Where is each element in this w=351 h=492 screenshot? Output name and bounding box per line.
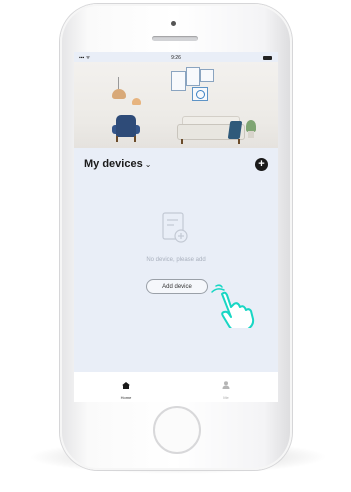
add-device-button[interactable]: Add device	[146, 279, 208, 294]
person-icon	[222, 381, 230, 389]
app-screen: ▪▪▪ ᯤ 9:26 My devices ⌄ + No device, ple…	[74, 52, 278, 402]
home-icon	[122, 382, 130, 389]
tab-home-label: Home	[120, 395, 132, 400]
wall-frame	[192, 87, 208, 101]
earpiece-speaker	[152, 36, 198, 41]
tab-home[interactable]: Home	[106, 376, 146, 400]
tab-me-label: Me	[223, 395, 229, 400]
plant-pot	[248, 131, 254, 138]
page-title[interactable]: My devices ⌄	[84, 158, 151, 170]
sofa-leg	[181, 139, 183, 144]
front-camera	[171, 21, 176, 26]
chair-leg	[134, 136, 136, 142]
bottom-tab-bar: Home Me	[74, 372, 278, 402]
wall-frame	[171, 71, 186, 91]
chair-leg	[116, 136, 118, 142]
wall-frame	[200, 69, 214, 82]
hero-room-illustration	[74, 62, 278, 148]
pendant-lamp-icon	[132, 98, 141, 105]
battery-icon	[263, 56, 272, 60]
status-time: 9:26	[171, 55, 181, 61]
tap-hand-icon	[211, 284, 255, 328]
empty-state-message: No device, please add	[146, 257, 206, 263]
devices-header: My devices ⌄ +	[74, 156, 278, 172]
sofa-throw	[227, 121, 243, 139]
device-add-icon	[162, 212, 188, 243]
wall-frame	[186, 67, 200, 86]
phone-frame: ▪▪▪ ᯤ 9:26 My devices ⌄ + No device, ple…	[60, 4, 292, 470]
chevron-down-icon[interactable]: ⌄	[145, 160, 152, 169]
armchair-back	[116, 115, 136, 137]
pendant-lamp-icon	[112, 77, 126, 99]
sofa-leg	[238, 139, 240, 144]
home-button[interactable]	[153, 406, 201, 454]
page-title-label: My devices	[84, 158, 143, 170]
tab-me[interactable]: Me	[206, 376, 246, 400]
add-device-plus-button[interactable]: +	[255, 158, 268, 171]
